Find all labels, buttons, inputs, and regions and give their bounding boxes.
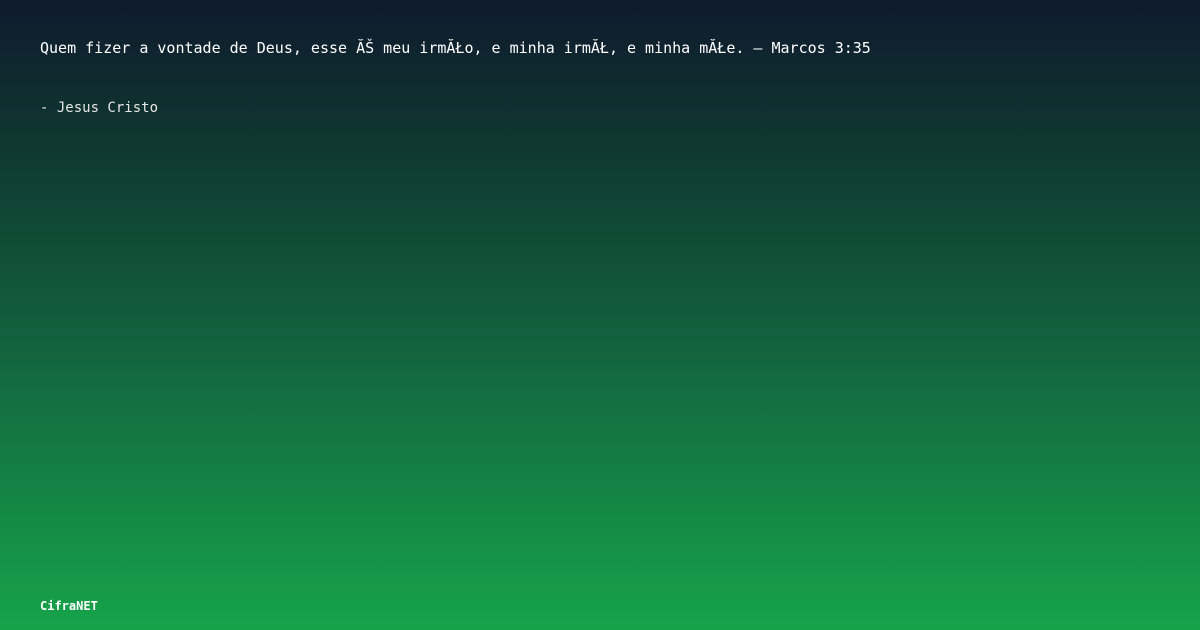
brand-logo-text: CifraNET [40, 599, 98, 613]
quote-author: - Jesus Cristo [40, 100, 159, 116]
quote-text: Quem fizer a vontade de Deus, esse ĂŠ me… [40, 39, 871, 57]
